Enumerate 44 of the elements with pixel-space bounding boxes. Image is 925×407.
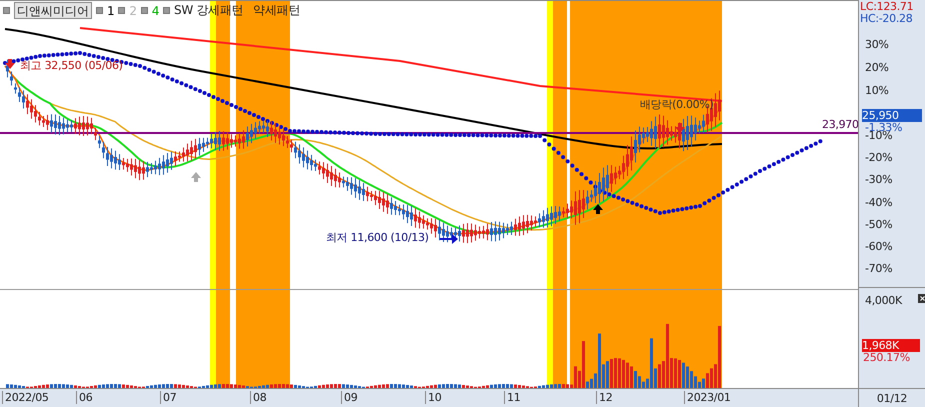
arrow-icon bbox=[440, 234, 458, 244]
hc-label: HC:-20.28 bbox=[860, 12, 912, 25]
time-axis-label: 06 bbox=[76, 391, 92, 404]
axis-tick-label: -60% bbox=[865, 240, 892, 253]
legend-square-icon bbox=[118, 7, 126, 14]
stock-name-button[interactable]: 디앤씨미디어 bbox=[14, 2, 92, 19]
line-value-label: 23,970 bbox=[822, 118, 858, 131]
current-volume-tag: 1,968K bbox=[862, 339, 920, 352]
time-axis-label: 01/12 bbox=[876, 392, 908, 404]
time-axis-label: 2023/01 bbox=[684, 391, 731, 404]
legend-square-icon bbox=[3, 7, 10, 14]
arrow-icon bbox=[5, 59, 15, 69]
axis-tick-label: 20% bbox=[865, 61, 889, 74]
time-axis-label: 09 bbox=[341, 391, 358, 404]
axis-tick-label: -40% bbox=[865, 196, 892, 209]
axis-tick-label: 4,000K bbox=[865, 294, 902, 307]
legend-label: 2 bbox=[129, 4, 137, 18]
low-price-label: 최저 11,600 (10/13) bbox=[326, 230, 429, 245]
legend-label: 4 bbox=[152, 4, 160, 18]
close-icon[interactable] bbox=[918, 294, 925, 303]
axis-tick-label: -50% bbox=[865, 218, 892, 231]
axis-tick-label: 30% bbox=[865, 38, 889, 51]
axis-tick-label: -30% bbox=[865, 173, 892, 186]
legend-square-icon bbox=[96, 7, 103, 14]
axis-tick-label: -10% bbox=[865, 129, 892, 142]
volume-ratio-label: 250.17% bbox=[863, 351, 910, 364]
legend-square-icon bbox=[163, 7, 170, 14]
time-axis-label: 12 bbox=[596, 391, 612, 404]
time-axis-label: 2022/05 bbox=[2, 391, 49, 404]
axis-tick-label: 10% bbox=[865, 84, 889, 97]
arrow-icon bbox=[675, 123, 685, 133]
lc-label: LC:123.71 bbox=[860, 0, 914, 13]
time-axis-label: 08 bbox=[250, 391, 266, 404]
axis-tick-label: -70% bbox=[865, 262, 892, 275]
high-price-label: 최고 32,550 (05/06) bbox=[20, 58, 123, 73]
arrow-icon bbox=[593, 204, 603, 214]
arrow-icon bbox=[191, 172, 201, 182]
legend-label: 1 bbox=[107, 4, 114, 18]
axis-tick-label: -20% bbox=[865, 151, 892, 164]
time-axis-label: 11 bbox=[504, 391, 520, 404]
time-axis-label: 07 bbox=[160, 391, 176, 404]
current-price-tag: 25,950 bbox=[862, 109, 922, 122]
time-axis-label: 10 bbox=[425, 391, 442, 404]
legend-square-icon bbox=[140, 7, 148, 14]
